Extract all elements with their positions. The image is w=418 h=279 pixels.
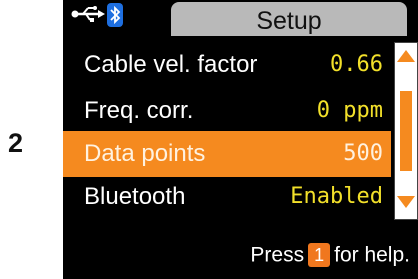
menu-item-data-points[interactable]: Data points 500 xyxy=(63,131,391,177)
menu-item-bluetooth[interactable]: Bluetooth Enabled xyxy=(63,174,391,220)
scrollbar[interactable] xyxy=(394,42,418,220)
device-screen: Setup Cable vel. factor 0.66 Freq. corr.… xyxy=(63,0,418,279)
menu-item-value: Enabled xyxy=(290,184,383,209)
menu-item-value: 0.66 xyxy=(330,52,383,77)
step-number: 2 xyxy=(8,128,24,158)
menu-item-cable-vel-factor[interactable]: Cable vel. factor 0.66 xyxy=(63,42,391,88)
help-suffix: for help. xyxy=(334,243,410,267)
menu-item-label: Bluetooth xyxy=(84,183,186,210)
menu-item-value: 500 xyxy=(343,141,383,166)
status-bar: Setup xyxy=(63,0,418,38)
bluetooth-icon xyxy=(107,3,123,27)
menu-item-value: 0 ppm xyxy=(316,98,383,123)
help-hint: Press 1 for help. xyxy=(250,240,410,270)
usb-icon xyxy=(71,6,105,22)
scroll-up-arrow-icon[interactable] xyxy=(397,49,415,67)
menu-item-label: Data points xyxy=(84,140,206,167)
screen-title: Setup xyxy=(171,2,407,36)
menu-item-label: Cable vel. factor xyxy=(84,51,258,78)
menu-item-label: Freq. corr. xyxy=(84,97,194,124)
help-prefix: Press xyxy=(250,243,305,267)
scroll-down-arrow-icon[interactable] xyxy=(397,195,415,213)
menu-item-freq-corr[interactable]: Freq. corr. 0 ppm xyxy=(63,88,391,134)
scroll-thumb[interactable] xyxy=(400,91,412,171)
help-key-icon: 1 xyxy=(308,243,331,268)
